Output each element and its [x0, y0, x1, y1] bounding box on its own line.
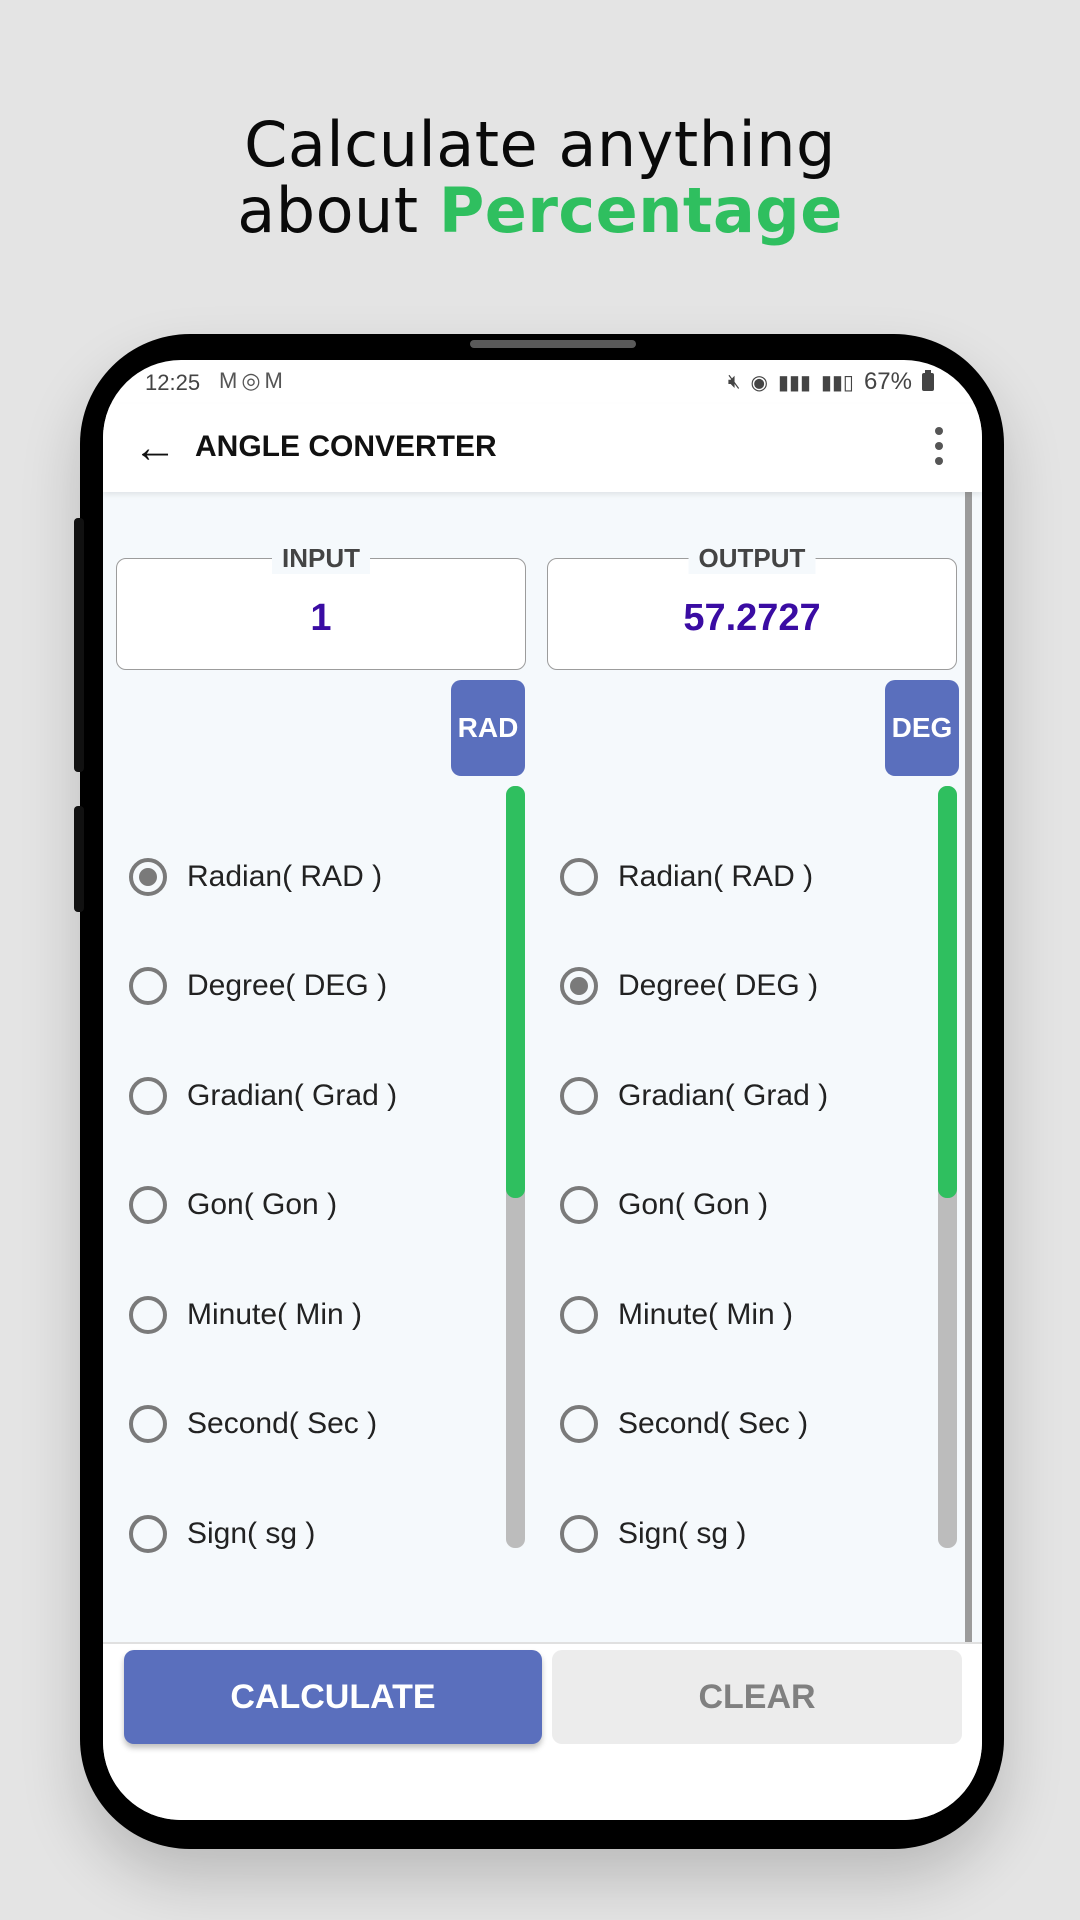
battery-icon	[922, 370, 934, 391]
clear-button[interactable]: CLEAR	[552, 1650, 962, 1744]
app-bar: ← ANGLE CONVERTER	[103, 404, 982, 492]
output-unit-option[interactable]: Minute( Min )	[560, 1260, 828, 1370]
page-title: ANGLE CONVERTER	[195, 430, 497, 463]
output-unit-label: Gon( Gon )	[618, 1188, 769, 1222]
notification-icons: M◎M	[219, 368, 287, 393]
input-unit-option[interactable]: Minute( Min )	[129, 1260, 397, 1370]
output-unit-option[interactable]: Gon( Gon )	[560, 1151, 828, 1261]
output-list-scroll-thumb[interactable]	[938, 786, 957, 1198]
output-unit-label: Minute( Min )	[618, 1297, 794, 1331]
output-unit-label: Second( Sec )	[618, 1407, 809, 1441]
page-scrollbar[interactable]	[965, 492, 972, 1642]
input-radio-button[interactable]	[129, 967, 167, 1006]
promo-line-2-prefix: about	[237, 174, 439, 247]
output-unit-label: Degree( DEG )	[618, 969, 819, 1003]
input-radio-button[interactable]	[129, 1186, 167, 1225]
battery-percent: 67%	[863, 368, 912, 395]
output-radio-button[interactable]	[560, 1076, 598, 1115]
mute-icon: 🔇︎	[727, 370, 741, 393]
input-unit-option[interactable]: Gradian( Grad )	[129, 1041, 397, 1151]
status-time: 12:25	[145, 370, 201, 395]
input-unit-label: Minute( Min )	[187, 1297, 363, 1331]
input-box[interactable]: INPUT 1	[116, 543, 526, 670]
phone-side-button	[74, 518, 84, 772]
input-radio-button[interactable]	[129, 1405, 167, 1444]
phone-speaker	[470, 340, 636, 348]
output-radio-button[interactable]	[560, 1186, 598, 1225]
input-unit-option[interactable]: Gon( Gon )	[129, 1151, 397, 1261]
input-unit-label: Second( Sec )	[187, 1407, 378, 1441]
output-unit-label: Radian( RAD )	[618, 859, 814, 893]
back-arrow-icon[interactable]: ←	[129, 422, 181, 474]
signal-icon-2: ▮▮▯	[820, 371, 854, 394]
promo-headline: Calculate anything about Percentage	[0, 112, 1080, 244]
output-label: OUTPUT	[688, 543, 816, 574]
input-list-scroll-thumb[interactable]	[506, 786, 525, 1198]
input-unit-badge: RAD	[451, 680, 525, 776]
output-box: OUTPUT 57.2727	[547, 543, 957, 670]
hotspot-icon: ◉	[750, 371, 768, 394]
input-radio-button[interactable]	[129, 1076, 167, 1115]
output-value: 57.2727	[683, 597, 821, 639]
output-unit-option[interactable]: Radian( RAD )	[560, 822, 828, 932]
output-radio-button[interactable]	[560, 857, 598, 896]
bottom-action-bar: CALCULATE CLEAR	[103, 1642, 982, 1820]
signal-icon: ▮▮▮	[777, 371, 811, 394]
input-unit-option[interactable]: Degree( DEG )	[129, 932, 397, 1042]
output-unit-option[interactable]: Sign( sg )	[560, 1479, 828, 1589]
converter-content: INPUT 1 RAD Radian( RAD ) Degree( DEG ) Gr…	[103, 492, 982, 1642]
output-radio-button[interactable]	[560, 1405, 598, 1444]
output-unit-option[interactable]: Degree( DEG )	[560, 932, 828, 1042]
calculate-button[interactable]: CALCULATE	[124, 1650, 542, 1744]
output-unit-option[interactable]: Gradian( Grad )	[560, 1041, 828, 1151]
input-unit-list: Radian( RAD ) Degree( DEG ) Gradian( Grad …	[129, 822, 397, 1589]
promo-accent-word: Percentage	[438, 174, 843, 247]
output-unit-option[interactable]: Second( Sec )	[560, 1370, 828, 1480]
input-unit-option[interactable]: Second( Sec )	[129, 1370, 397, 1480]
input-value[interactable]: 1	[117, 597, 525, 640]
input-label: INPUT	[272, 543, 370, 574]
status-right: 🔇︎ ◉ ▮▮▮ ▮▮▯ 67%	[728, 368, 934, 396]
input-unit-label: Gon( Gon )	[187, 1188, 338, 1222]
input-list-scrollbar[interactable]	[506, 786, 525, 1548]
input-unit-option[interactable]: Sign( sg )	[129, 1479, 397, 1589]
more-options-icon[interactable]	[924, 422, 954, 474]
output-unit-label: Gradian( Grad )	[618, 1078, 829, 1112]
promo-line-2: about Percentage	[0, 178, 1080, 244]
status-bar: 12:25 M◎M 🔇︎ ◉ ▮▮▮ ▮▮▯ 67%	[103, 360, 982, 404]
output-list-scrollbar[interactable]	[938, 786, 957, 1548]
input-unit-label: Radian( RAD )	[187, 859, 383, 893]
output-radio-button[interactable]	[560, 1295, 598, 1334]
phone-screen: 12:25 M◎M 🔇︎ ◉ ▮▮▮ ▮▮▯ 67% ← ANGLE CONVE…	[103, 360, 982, 1820]
input-unit-option[interactable]: Radian( RAD )	[129, 822, 397, 932]
output-unit-list: Radian( RAD ) Degree( DEG ) Gradian( Grad …	[560, 822, 828, 1589]
phone-side-button	[74, 806, 84, 912]
output-radio-button[interactable]	[560, 967, 598, 1006]
input-radio-button[interactable]	[129, 1514, 167, 1553]
output-unit-label: Sign( sg )	[618, 1516, 747, 1550]
promo-line-1: Calculate anything	[244, 108, 836, 181]
input-unit-label: Gradian( Grad )	[187, 1078, 398, 1112]
input-radio-button[interactable]	[129, 1295, 167, 1334]
output-radio-button[interactable]	[560, 1514, 598, 1553]
input-unit-label: Sign( sg )	[187, 1516, 316, 1550]
input-unit-label: Degree( DEG )	[187, 969, 388, 1003]
input-radio-button[interactable]	[129, 857, 167, 896]
output-unit-badge: DEG	[885, 680, 959, 776]
